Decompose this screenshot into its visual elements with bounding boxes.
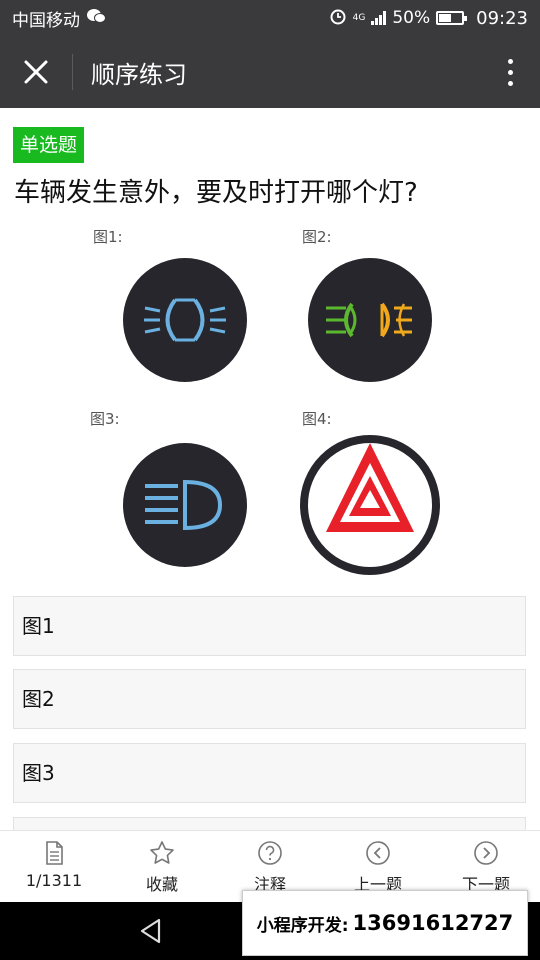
close-icon — [24, 60, 48, 84]
question-type-badge: 单选题 — [13, 127, 85, 163]
question-figure: 图1: 图2: 图3: 图4: — [90, 220, 450, 580]
favorite-tab[interactable]: 收藏 — [108, 831, 216, 902]
document-icon — [46, 841, 63, 865]
page-title: 顺序练习 — [91, 60, 187, 89]
status-bar: 中国移动 4G 50% 09:23 — [0, 0, 540, 36]
nav-divider — [72, 54, 73, 90]
more-menu-button[interactable] — [480, 36, 540, 108]
high-beam-icon — [123, 443, 247, 567]
question-text: 车辆发生意外，要及时打开哪个灯? — [14, 178, 418, 208]
promo-banner: 小程序开发: 13691612727 — [242, 890, 528, 956]
progress-tab[interactable]: 1/1311 — [0, 831, 108, 902]
chevron-left-circle-icon — [366, 841, 390, 865]
battery-percent: 50% — [392, 8, 431, 28]
promo-label: 小程序开发: — [256, 915, 349, 936]
alarm-icon — [329, 7, 347, 30]
width-lamp-icon — [123, 258, 247, 382]
progress-label: 1/1311 — [25, 871, 83, 890]
promo-phone: 13691612727 — [352, 911, 514, 935]
option-1[interactable]: 图1 — [13, 596, 526, 656]
question-circle-icon — [258, 841, 282, 865]
option-label: 图2 — [22, 687, 55, 711]
battery-icon — [436, 11, 468, 25]
close-button[interactable] — [0, 36, 72, 108]
back-triangle-icon[interactable] — [136, 916, 166, 946]
title-bar: 顺序练习 — [0, 36, 540, 108]
chevron-right-circle-icon — [474, 841, 498, 865]
hazard-warning-icon — [300, 435, 440, 575]
clock: 09:23 — [476, 7, 528, 29]
option-3[interactable]: 图3 — [13, 743, 526, 803]
network-type-label: 4G — [352, 13, 366, 23]
option-label: 图3 — [22, 761, 55, 785]
fog-lamp-icon — [308, 258, 432, 382]
wechat-icon — [86, 8, 106, 29]
option-2[interactable]: 图2 — [13, 669, 526, 729]
star-icon — [150, 841, 174, 864]
signal-icon — [371, 11, 387, 25]
question-area: 单选题 车辆发生意外，要及时打开哪个灯? 图1: 图2: 图3: 图4: 图1 … — [0, 108, 540, 830]
favorite-label: 收藏 — [145, 875, 178, 894]
option-label: 图1 — [22, 614, 55, 638]
carrier-label: 中国移动 — [12, 10, 80, 31]
option-4[interactable] — [13, 817, 526, 830]
more-icon — [507, 58, 513, 86]
battery-fill — [439, 14, 452, 22]
